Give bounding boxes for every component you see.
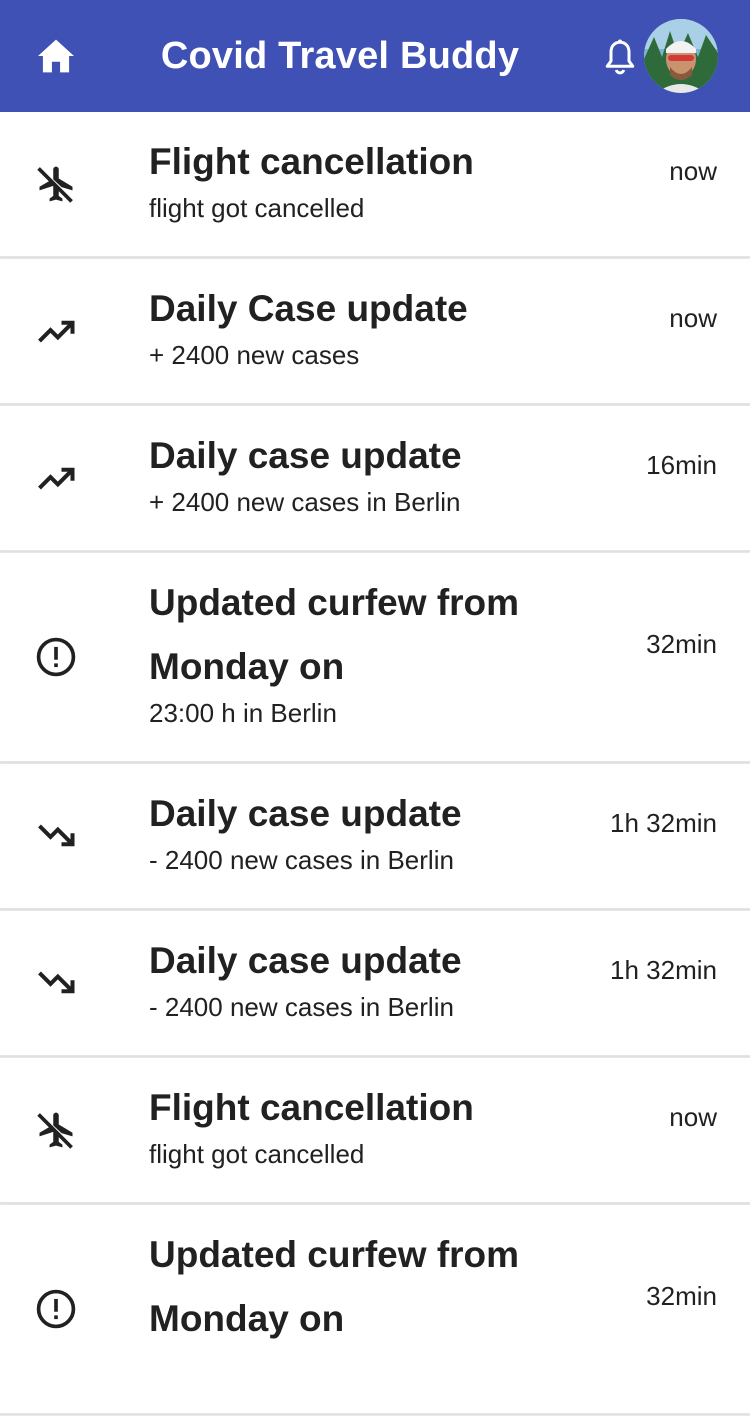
avatar[interactable] — [644, 19, 718, 93]
notification-text: Updated curfew from Monday on 23:00 h in … — [149, 571, 579, 733]
notification-card[interactable]: Daily case update + 2400 new cases in Ber… — [0, 406, 750, 551]
app-title: Covid Travel Buddy — [160, 34, 520, 77]
notification-title: Updated curfew from Monday on — [149, 582, 520, 687]
notification-text: Daily case update - 2400 new cases in Ber… — [149, 782, 579, 880]
app-bar: Covid Travel Buddy — [0, 0, 750, 112]
notification-subtitle: - 2400 new cases in Berlin — [149, 845, 454, 875]
notification-text: Daily Case update + 2400 new cases — [149, 277, 579, 375]
notification-subtitle: + 2400 new cases in Berlin — [149, 487, 461, 517]
notification-card[interactable]: Updated curfew from Monday on 23:00 h in … — [0, 553, 750, 762]
trending-down-icon — [30, 961, 82, 1005]
notification-text: Daily case update + 2400 new cases in Ber… — [149, 424, 579, 522]
bell-icon — [605, 39, 635, 75]
notification-text: Daily case update - 2400 new cases in Ber… — [149, 929, 579, 1027]
notification-text: Flight cancellation flight got cancelled — [149, 1076, 579, 1174]
notification-subtitle: + 2400 new cases — [149, 340, 360, 370]
notification-text: Updated curfew from Monday on — [149, 1223, 579, 1351]
notification-time: 32min — [646, 1281, 717, 1311]
profile-photo — [644, 19, 718, 93]
notification-title: Daily case update — [149, 793, 462, 834]
notification-text: Flight cancellation flight got cancelled — [149, 130, 579, 228]
notification-subtitle: - 2400 new cases in Berlin — [149, 992, 454, 1022]
trending-up-icon — [30, 456, 82, 500]
notification-title: Flight cancellation — [149, 1087, 474, 1128]
notification-time: 32min — [646, 629, 717, 659]
trending-down-icon — [30, 814, 82, 858]
notification-card[interactable]: Flight cancellation flight got cancelled n… — [0, 112, 750, 257]
notification-time: now — [669, 303, 717, 333]
notification-card[interactable]: Daily Case update + 2400 new cases now — [0, 259, 750, 404]
home-icon — [38, 39, 74, 73]
notification-card[interactable]: Daily case update - 2400 new cases in Ber… — [0, 764, 750, 909]
notification-subtitle: flight got cancelled — [149, 1139, 365, 1169]
notification-title: Daily case update — [149, 940, 462, 981]
notification-subtitle: 23:00 h in Berlin — [149, 698, 337, 728]
alert-circle-icon — [30, 1287, 82, 1331]
notifications-button[interactable] — [596, 30, 644, 86]
notification-card[interactable]: Daily case update - 2400 new cases in Ber… — [0, 911, 750, 1056]
notification-card[interactable]: Flight cancellation flight got cancelled n… — [0, 1058, 750, 1203]
home-button[interactable] — [24, 26, 88, 86]
alert-circle-icon — [30, 635, 82, 679]
notification-subtitle: flight got cancelled — [149, 193, 365, 223]
notification-title: Daily case update — [149, 435, 462, 476]
airplane-off-icon — [30, 162, 82, 206]
notification-time: 1h 32min — [610, 955, 717, 985]
notification-title: Daily Case update — [149, 288, 468, 329]
notification-title: Flight cancellation — [149, 141, 474, 182]
notification-card[interactable]: Updated curfew from Monday on 32min — [0, 1205, 750, 1414]
trending-up-icon — [30, 309, 82, 353]
notification-time: now — [669, 156, 717, 186]
notification-time: now — [669, 1102, 717, 1132]
notification-title: Updated curfew from Monday on — [149, 1234, 520, 1339]
notification-list: Flight cancellation flight got cancelled n… — [0, 112, 750, 1416]
notification-time: 1h 32min — [610, 808, 717, 838]
notification-time: 16min — [646, 450, 717, 480]
airplane-off-icon — [30, 1108, 82, 1152]
